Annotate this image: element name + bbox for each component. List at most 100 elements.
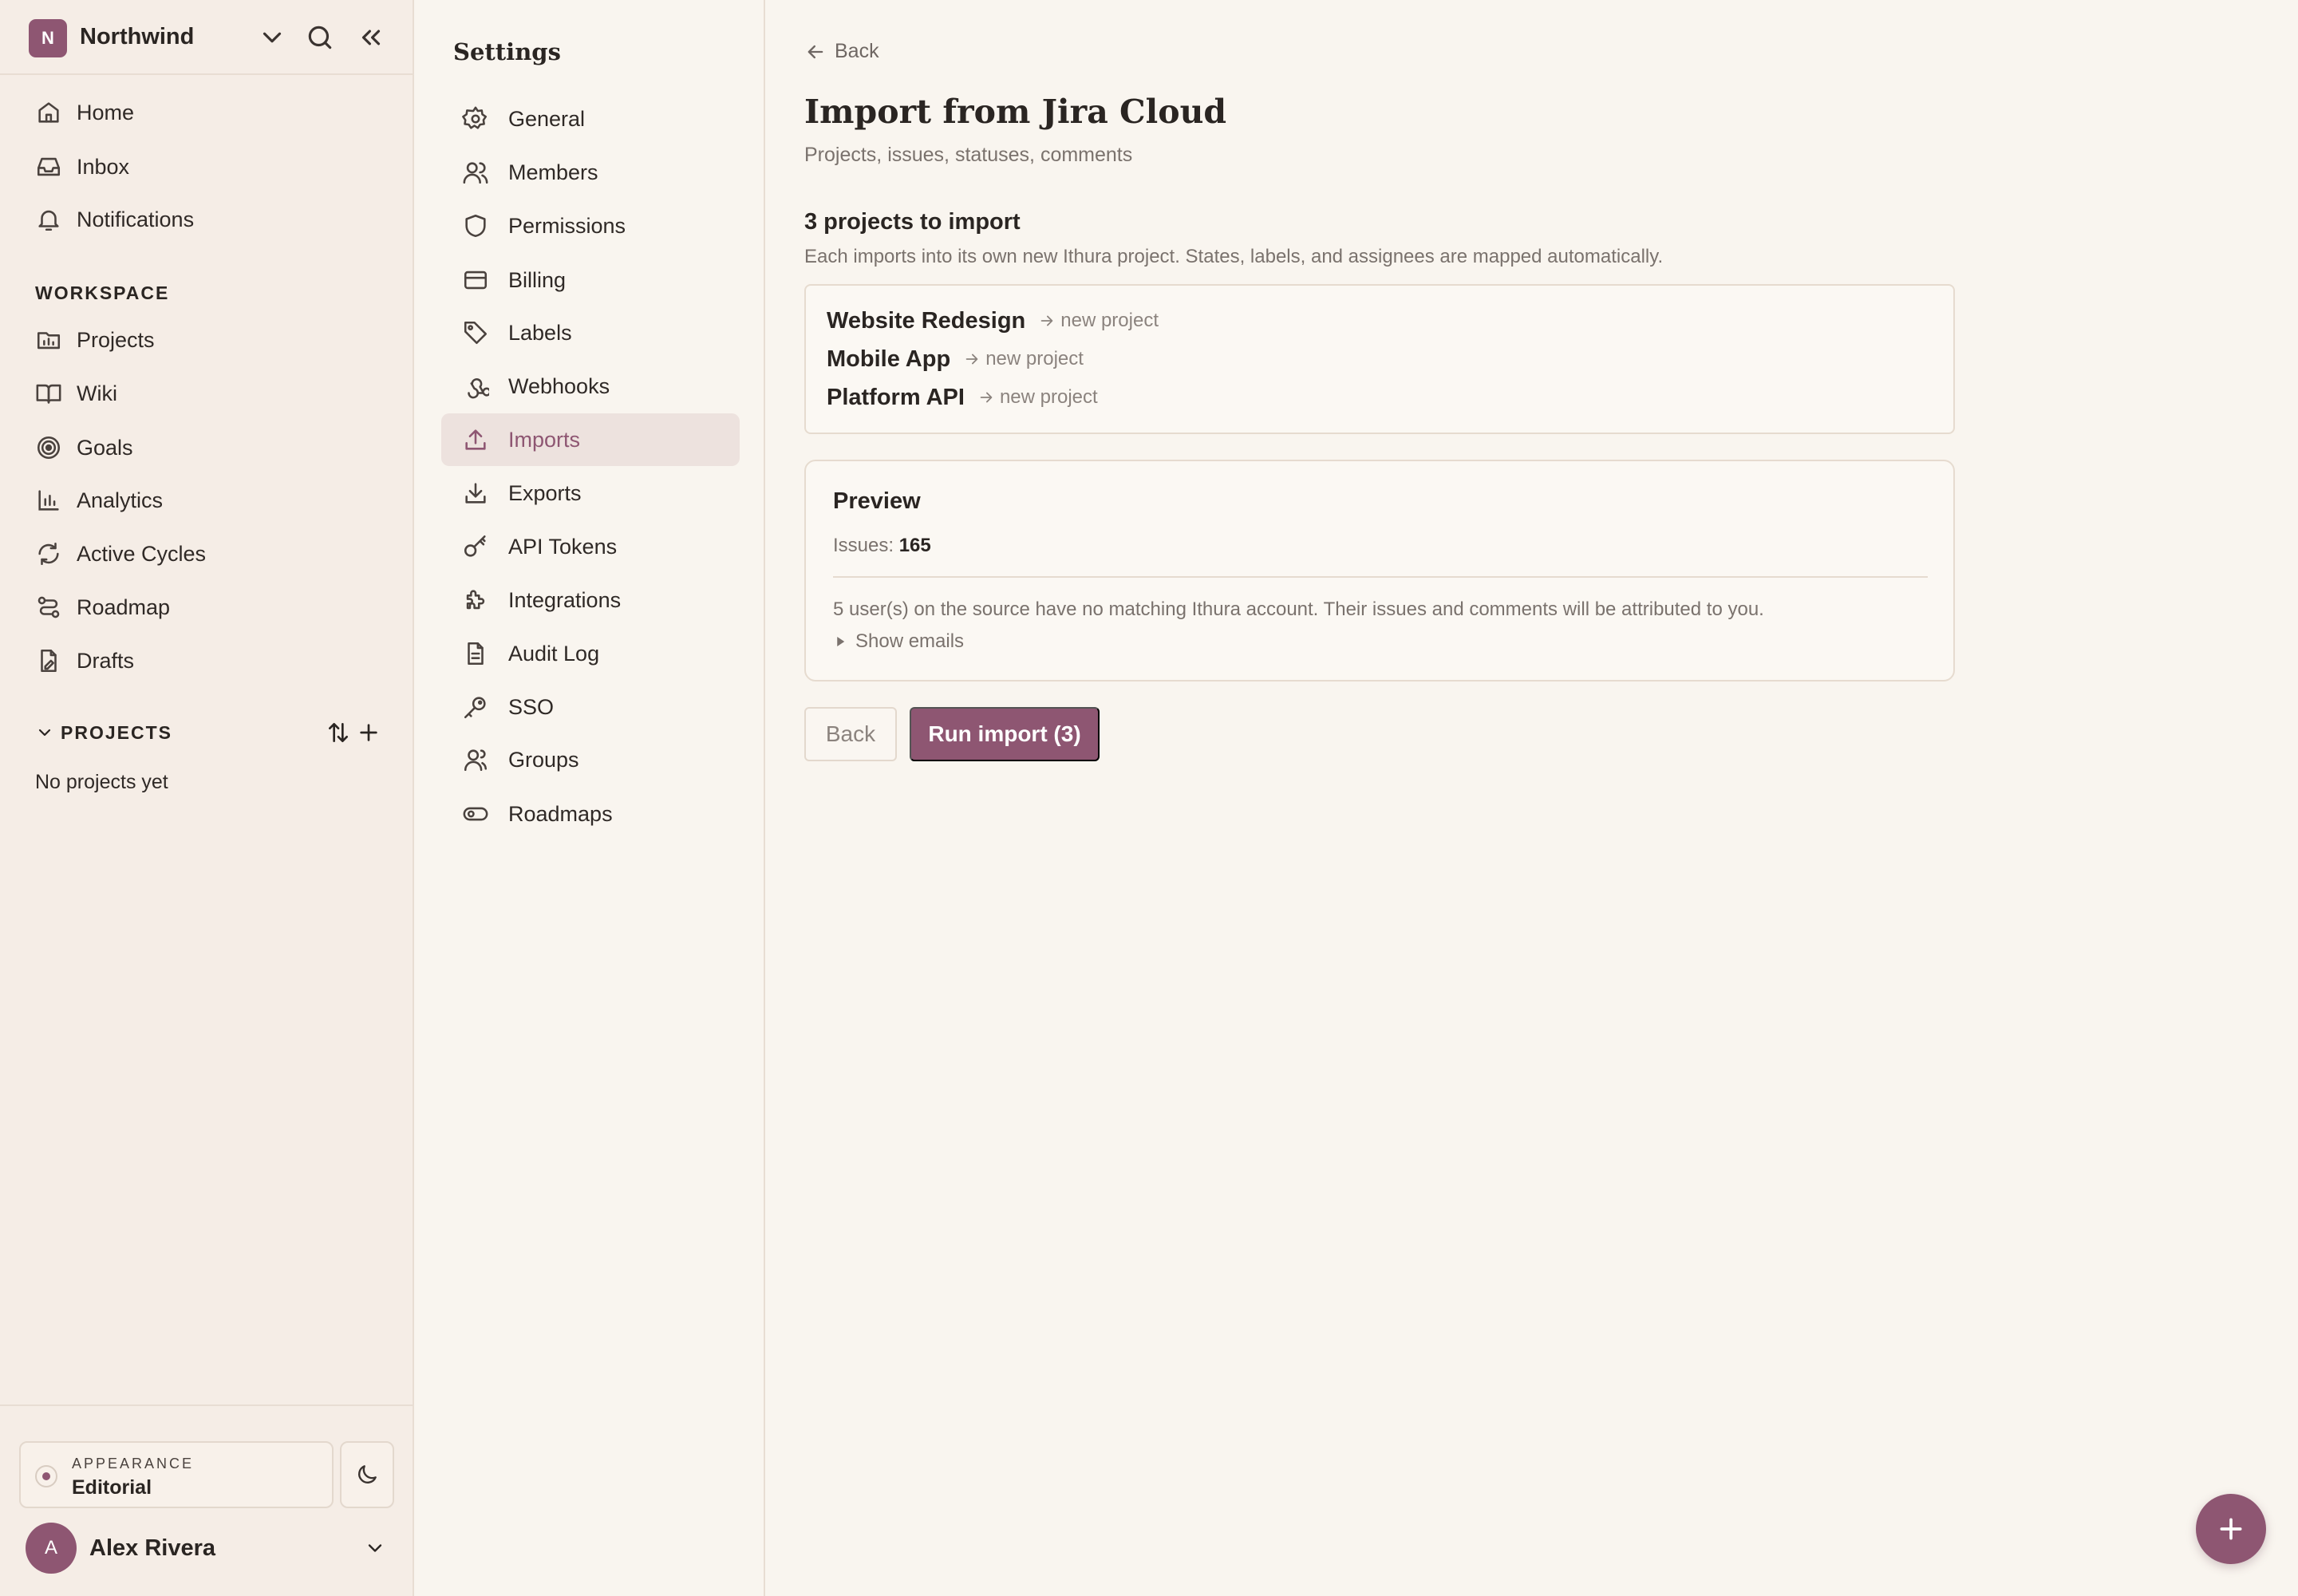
run-import-button[interactable]: Run import (3) [910,707,1100,761]
theme-toggle-button[interactable] [340,1441,394,1508]
arrow-right-icon [977,389,995,406]
nav-item-notifications[interactable]: Notifications [35,200,194,239]
show-emails-toggle[interactable]: Show emails [833,630,964,653]
nav-item-label: Inbox [77,154,130,179]
puzzle-icon [462,587,489,614]
document-icon [462,640,489,667]
workspace-name[interactable]: Northwind [80,24,194,50]
settings-item-label: Groups [508,747,579,772]
tag-icon [462,319,489,346]
nav-item-home[interactable]: Home [35,93,134,132]
refresh-icon [35,540,62,567]
back-button[interactable]: Back [804,707,897,761]
project-name: Platform API [827,384,965,410]
target-icon [35,434,62,461]
page-subtitle: Projects, issues, statuses, comments [804,144,1133,166]
nav-item-label: Drafts [77,648,135,673]
projects-count-description: Each imports into its own new Ithura pro… [804,246,1664,267]
settings-item-webhooks[interactable]: Webhooks [441,360,740,413]
sidebar-footer: APPEARANCE Editorial A Alex Rivera [0,1404,414,1596]
nav-item-drafts[interactable]: Drafts [35,642,134,680]
back-link[interactable]: Back [804,40,879,63]
nav-item-goals[interactable]: Goals [35,429,133,467]
settings-item-label: Integrations [508,587,622,612]
unmatched-users-warning: 5 user(s) on the source have no matching… [833,598,1764,620]
settings-item-label: Exports [508,480,582,505]
main-content: Back Import from Jira Cloud Projects, is… [767,0,2298,1596]
list-item: Mobile App new project [827,342,1084,377]
appearance-caption: APPEARANCE [72,1456,195,1472]
settings-item-integrations[interactable]: Integrations [441,574,740,626]
webhook-icon [462,373,489,400]
chevron-down-icon[interactable] [35,723,54,742]
arrow-left-icon [804,41,827,63]
appearance-radio-icon [35,1465,57,1487]
project-name: Website Redesign [827,307,1026,334]
upload-icon [462,426,489,453]
nav-item-roadmap[interactable]: Roadmap [35,588,170,626]
projects-section-header: PROJECTS [35,717,386,749]
toggle-icon [462,800,489,828]
projects-empty-state: No projects yet [35,771,168,793]
project-name: Mobile App [827,346,951,372]
nav-item-active-cycles[interactable]: Active Cycles [35,535,206,573]
projects-section-title: PROJECTS [61,721,172,743]
nav-item-label: Wiki [77,381,117,405]
settings-item-sso[interactable]: SSO [441,681,740,733]
moon-icon [354,1462,380,1487]
settings-item-imports[interactable]: Imports [441,413,740,466]
nav-item-projects[interactable]: Projects [35,321,155,359]
route-icon [35,594,62,621]
list-item: Platform API new project [827,380,1098,415]
create-fab-button[interactable] [2196,1494,2266,1564]
settings-item-label: API Tokens [508,534,618,559]
settings-nav: Settings General Members Permissions Bil… [416,0,765,1596]
plus-icon [2215,1513,2247,1545]
nav-item-label: Projects [77,327,155,352]
arrow-right-icon [1038,312,1056,330]
settings-item-label: Webhooks [508,373,610,398]
settings-item-roadmaps[interactable]: Roadmaps [441,788,740,840]
list-item: Website Redesign new project [827,303,1159,338]
download-icon [462,480,489,507]
avatar: A [26,1523,77,1574]
nav-item-wiki[interactable]: Wiki [35,374,117,413]
projects-count-title: 3 projects to import [804,209,1021,235]
workspace-avatar[interactable]: N [29,19,67,57]
nav-item-label: Home [77,100,135,124]
sidebar: N Northwind Home Inbox Notifications WOR… [0,0,414,1596]
nav-item-label: Analytics [77,488,164,512]
projects-list: Website Redesign new project Mobile App … [804,284,1955,434]
bell-icon [35,206,62,233]
settings-item-billing[interactable]: Billing [441,254,740,306]
issues-label: Issues: [833,535,894,556]
settings-item-groups[interactable]: Groups [441,733,740,786]
nav-item-label: Active Cycles [77,541,207,566]
plus-icon[interactable] [356,720,381,745]
settings-item-label: Imports [508,427,581,452]
search-icon[interactable] [305,22,335,53]
divider [833,576,1928,578]
nav-item-inbox[interactable]: Inbox [35,148,129,186]
settings-item-labels[interactable]: Labels [441,306,740,359]
project-target: new project [1060,310,1159,331]
settings-title: Settings [453,38,561,65]
sort-icon[interactable] [326,720,351,745]
settings-item-exports[interactable]: Exports [441,467,740,519]
user-menu[interactable]: A Alex Rivera [26,1523,393,1574]
settings-item-label: Members [508,160,598,184]
settings-item-permissions[interactable]: Permissions [441,200,740,252]
settings-item-general[interactable]: General [441,93,740,145]
chevron-down-icon[interactable] [257,22,287,53]
collapse-sidebar-icon[interactable] [356,22,386,53]
appearance-selector[interactable]: APPEARANCE Editorial [19,1441,334,1508]
nav-item-analytics[interactable]: Analytics [35,481,163,519]
settings-item-api-tokens[interactable]: API Tokens [441,520,740,573]
appearance-value: Editorial [72,1476,152,1499]
arrow-right-icon [963,350,981,368]
settings-item-members[interactable]: Members [441,146,740,199]
user-name: Alex Rivera [89,1535,215,1561]
book-icon [35,380,62,407]
home-icon [35,99,62,126]
settings-item-audit-log[interactable]: Audit Log [441,627,740,680]
